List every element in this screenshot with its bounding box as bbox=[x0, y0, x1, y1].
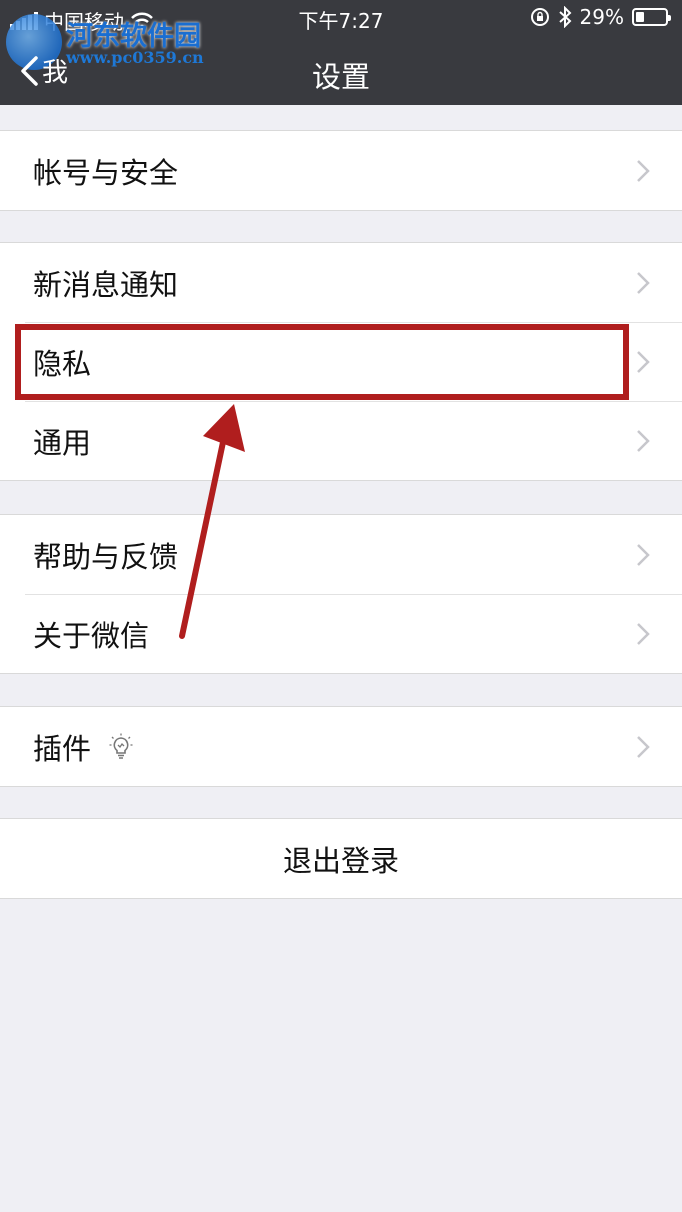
chevron-right-icon bbox=[637, 544, 650, 566]
settings-item-label: 关于微信 bbox=[33, 618, 150, 653]
settings-item-label: 帐号与安全 bbox=[33, 155, 179, 190]
rotation-lock-icon bbox=[530, 8, 549, 26]
settings-item-label: 通用 bbox=[33, 425, 92, 460]
settings-item-general[interactable]: 通用 bbox=[0, 401, 682, 480]
logout-group: 退出登录 bbox=[0, 818, 682, 899]
logout-button[interactable]: 退出登录 bbox=[0, 819, 682, 898]
settings-item-label: 隐私 bbox=[33, 346, 92, 381]
logout-label: 退出登录 bbox=[282, 843, 399, 878]
page-title: 设置 bbox=[311, 60, 370, 94]
chevron-right-icon bbox=[637, 160, 650, 182]
settings-item-label: 插件 bbox=[33, 731, 92, 766]
battery-icon bbox=[632, 8, 671, 26]
chevron-right-icon bbox=[637, 623, 650, 645]
settings-item-notifications[interactable]: 新消息通知 bbox=[0, 243, 682, 322]
settings-item-privacy[interactable]: 隐私 bbox=[0, 322, 682, 401]
settings-item-account-security[interactable]: 帐号与安全 bbox=[0, 131, 682, 210]
settings-item-label: 新消息通知 bbox=[33, 267, 179, 302]
settings-group-help: 帮助与反馈 关于微信 bbox=[0, 514, 682, 674]
status-right: 29% bbox=[530, 5, 671, 29]
settings-item-label: 帮助与反馈 bbox=[33, 539, 179, 574]
top-bar: 中国移动 下午7:27 29% 河东软件园 www.pc0359.cn 我 设置 bbox=[0, 0, 682, 105]
bluetooth-icon bbox=[558, 6, 571, 28]
settings-group-plugins: 插件 bbox=[0, 706, 682, 787]
settings-item-plugins[interactable]: 插件 bbox=[0, 707, 682, 786]
settings-item-about[interactable]: 关于微信 bbox=[0, 594, 682, 673]
battery-percent: 29% bbox=[579, 5, 624, 29]
chevron-right-icon bbox=[637, 736, 650, 758]
chevron-right-icon bbox=[637, 430, 650, 452]
settings-group-account: 帐号与安全 bbox=[0, 130, 682, 211]
chevron-right-icon bbox=[637, 272, 650, 294]
settings-item-help-feedback[interactable]: 帮助与反馈 bbox=[0, 515, 682, 594]
lightbulb-icon bbox=[109, 733, 133, 759]
chevron-right-icon bbox=[637, 351, 650, 373]
settings-group-general: 新消息通知 隐私 通用 bbox=[0, 242, 682, 481]
